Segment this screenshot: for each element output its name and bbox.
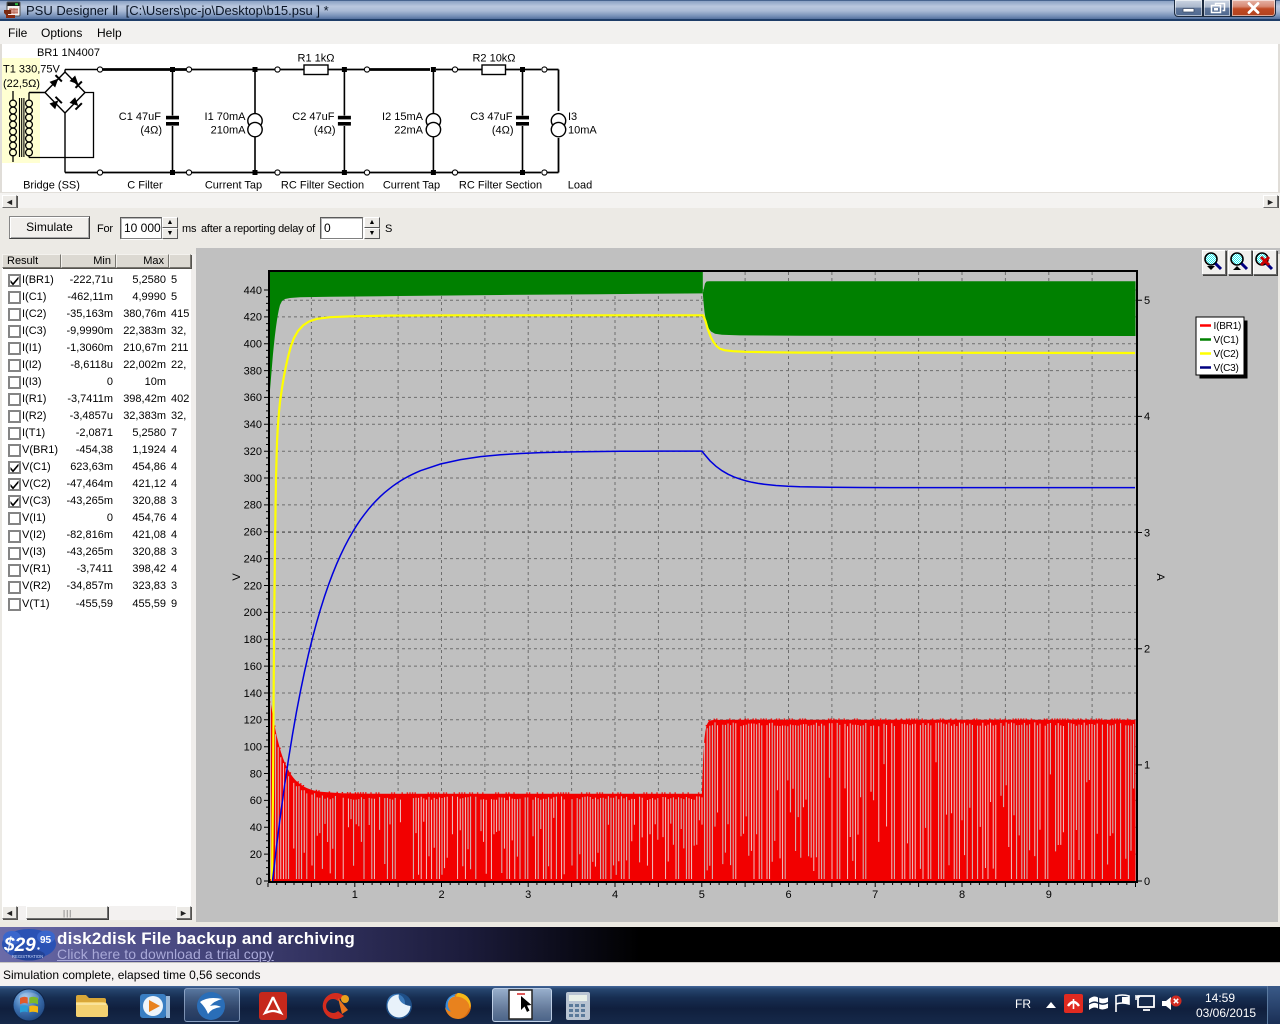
svg-text:95: 95 [40, 935, 52, 946]
svg-text:V: V [231, 573, 243, 581]
svg-text:0: 0 [256, 876, 262, 888]
svg-text:$29: $29 [3, 935, 36, 956]
svg-text:220: 220 [244, 580, 262, 592]
svg-text:C Filter: C Filter [127, 180, 163, 192]
svg-text:RC Filter Section: RC Filter Section [281, 180, 364, 192]
svg-text:C2 47uF: C2 47uF [292, 111, 334, 123]
svg-text:260: 260 [244, 527, 262, 539]
svg-text:C1 47uF: C1 47uF [119, 111, 161, 123]
svg-text:1: 1 [1144, 760, 1150, 772]
svg-text:9: 9 [1046, 889, 1052, 901]
svg-text:100: 100 [244, 742, 262, 754]
svg-text:0: 0 [1144, 876, 1150, 888]
svg-text:60: 60 [250, 795, 262, 807]
svg-text:R1 1kΩ: R1 1kΩ [298, 53, 335, 65]
svg-text:1: 1 [352, 889, 358, 901]
svg-text:340: 340 [244, 419, 262, 431]
svg-text:400: 400 [244, 339, 262, 351]
svg-text:440: 440 [244, 285, 262, 297]
svg-text:200: 200 [244, 607, 262, 619]
svg-text:10mA: 10mA [568, 125, 597, 137]
svg-text:8: 8 [959, 889, 965, 901]
svg-text:Bridge (SS): Bridge (SS) [23, 180, 80, 192]
svg-text:420: 420 [244, 312, 262, 324]
svg-text:R2 10kΩ: R2 10kΩ [472, 53, 515, 65]
svg-text:40: 40 [250, 822, 262, 834]
svg-text:5: 5 [1144, 295, 1150, 307]
svg-text:140: 140 [244, 688, 262, 700]
svg-text:20: 20 [250, 849, 262, 861]
svg-text:160: 160 [244, 661, 262, 673]
svg-text:4: 4 [612, 889, 618, 901]
svg-text:280: 280 [244, 500, 262, 512]
svg-text:V(C1): V(C1) [1214, 335, 1239, 346]
svg-text:V(C3): V(C3) [1214, 363, 1239, 374]
svg-text:(4Ω): (4Ω) [492, 125, 514, 137]
svg-text:300: 300 [244, 473, 262, 485]
svg-text:RC Filter Section: RC Filter Section [459, 180, 542, 192]
svg-text:210mA: 210mA [211, 125, 247, 137]
svg-text:I2 15mA: I2 15mA [382, 111, 424, 123]
svg-text:T1 330,75V: T1 330,75V [3, 64, 61, 76]
svg-text:360: 360 [244, 392, 262, 404]
svg-text:(22,5Ω): (22,5Ω) [3, 78, 40, 90]
svg-text:2: 2 [438, 889, 444, 901]
svg-text:(4Ω): (4Ω) [140, 125, 162, 137]
svg-text:80: 80 [250, 768, 262, 780]
svg-text:I(BR1): I(BR1) [1214, 321, 1242, 332]
svg-text:380: 380 [244, 365, 262, 377]
svg-text:240: 240 [244, 553, 262, 565]
svg-text:Current Tap: Current Tap [205, 180, 262, 192]
svg-text:Current Tap: Current Tap [383, 180, 440, 192]
svg-text:180: 180 [244, 634, 262, 646]
svg-text:BR1 1N4007: BR1 1N4007 [37, 47, 100, 59]
svg-text:4: 4 [1144, 411, 1150, 423]
svg-text:I3: I3 [568, 111, 577, 123]
svg-text:7: 7 [872, 889, 878, 901]
svg-text:REGISTRATION: REGISTRATION [12, 954, 43, 959]
svg-text:(4Ω): (4Ω) [314, 125, 336, 137]
svg-text:5: 5 [699, 889, 705, 901]
svg-text:320: 320 [244, 446, 262, 458]
svg-text:C3 47uF: C3 47uF [470, 111, 512, 123]
svg-text:6: 6 [785, 889, 791, 901]
svg-text:120: 120 [244, 715, 262, 727]
svg-text:V(C2): V(C2) [1214, 349, 1239, 360]
svg-text:2: 2 [1144, 644, 1150, 656]
svg-text:I1 70mA: I1 70mA [205, 111, 247, 123]
svg-text:Load: Load [568, 180, 592, 192]
svg-text:3: 3 [1144, 527, 1150, 539]
svg-text:3: 3 [525, 889, 531, 901]
svg-text:A: A [1154, 573, 1166, 581]
svg-text:22mA: 22mA [394, 125, 423, 137]
